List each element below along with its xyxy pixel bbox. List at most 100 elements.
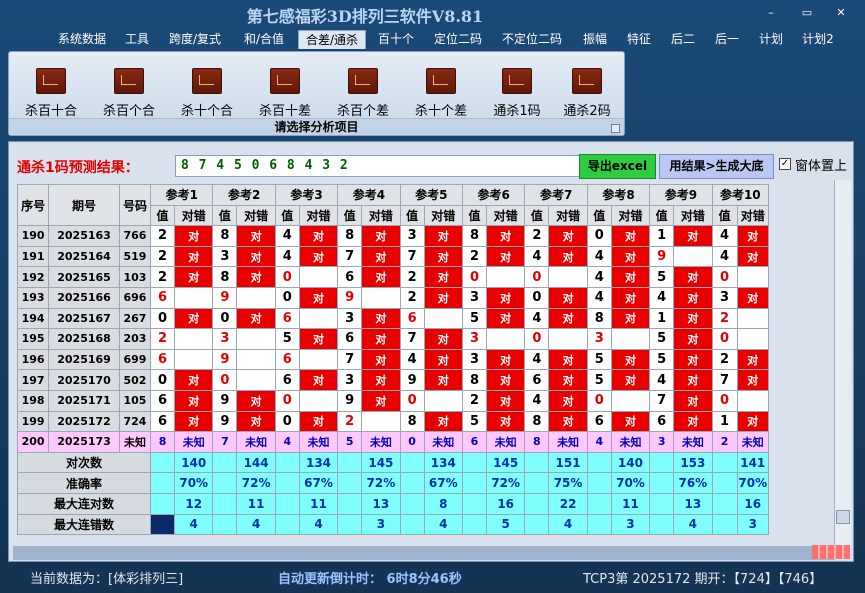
table-row[interactable]: 193 2025166 696 6 9 0 对 9 2 对 3 对 0 对 4 对 4 对 3 对: [16, 286, 770, 309]
ref-check: 对: [173, 389, 214, 412]
subheader-value: 值: [337, 204, 363, 227]
menu-system-data[interactable]: 系统数据: [50, 30, 114, 49]
ref-check: 对: [548, 348, 588, 371]
minimize-button[interactable]: –: [763, 6, 779, 19]
main-panel: 通杀1码预测结果： 8 7 4 5 0 6 8 4 3 2 导出excel 用结…: [8, 141, 854, 562]
menu-plan[interactable]: 计划: [752, 30, 790, 49]
ref-check: [361, 410, 401, 433]
prediction-table: 序号 期号 号码 参考1 参考2 参考3 参考4 参考5 参考6 参考7 参考8…: [16, 183, 770, 536]
app-title: 第七感福彩3D排列三软件V8.81: [246, 7, 484, 26]
menu-features[interactable]: 特征: [620, 30, 658, 49]
kill-bai-ge-he-button[interactable]: 杀百个合: [94, 68, 164, 119]
ref-check: 对: [610, 369, 651, 391]
row-issue: 2025173: [48, 431, 120, 453]
table-row[interactable]: 191 2025164 519 2 对 3 对 4 对 7 对 7 对 2 对 4 对 4 对 9 4 对: [16, 245, 770, 268]
ref-value: 7: [649, 389, 675, 412]
kill-one-code-button[interactable]: 通杀1码: [482, 68, 552, 119]
table-row[interactable]: 190 2025163 766 2 对 8 对 4 对 8 对 3 对 8 对 2 对 0 对 1 对 4 对: [16, 225, 770, 247]
topmost-checkbox[interactable]: ✓: [779, 158, 791, 170]
ref-value: 6: [150, 348, 175, 371]
table-row[interactable]: 192 2025165 103 2 对 8 对 0 6 对 2 对 0 0 4 对 5 对 0: [16, 266, 770, 288]
table-row[interactable]: 195 2025168 203 2 3 5 对 6 对 7 对 3 0 3 5 对 0: [16, 328, 770, 350]
kill-shi-ge-he-button[interactable]: 杀十个合: [172, 68, 242, 119]
ref-value: 2: [711, 348, 738, 371]
ref-value: 0: [399, 431, 425, 453]
ref-check: [548, 328, 588, 350]
stats-blank: [586, 451, 612, 474]
export-excel-button[interactable]: 导出excel: [579, 154, 656, 179]
table-row-pending[interactable]: 200 2025173 未知 8 未知 7 未知 4 未知 5 未知 0 未知 6 未知 8 未知 4 未知 3 未知 2…: [16, 431, 770, 453]
ref-value: 5: [274, 328, 300, 350]
vertical-scrollbar[interactable]: [834, 180, 851, 548]
ref-check: [173, 328, 214, 350]
table-row[interactable]: 196 2025169 699 6 9 6 7 对 4 对 3 对 4 对 5 对 5 对 2 对: [16, 348, 770, 371]
stats-value: 4: [173, 513, 214, 536]
ref-value: 2: [150, 245, 175, 268]
row-seq: 196: [16, 348, 50, 371]
row-issue: 2025170: [48, 369, 120, 391]
row-seq: 200: [16, 431, 50, 453]
ref-value: 8: [524, 410, 550, 433]
stats-blank: [150, 513, 175, 536]
table-row[interactable]: 198 2025171 105 6 对 9 对 0 9 对 0 2 对 4 对 0 7 对 0: [16, 389, 770, 412]
ref-value: 7: [399, 328, 425, 350]
ref-value: 7: [337, 348, 363, 371]
stats-blank: [524, 513, 550, 536]
ref-value: 4: [586, 431, 612, 453]
menu-span-compound[interactable]: 跨度/复式: [162, 30, 228, 49]
ref-value: 2: [462, 245, 487, 268]
scroll-thumb[interactable]: [836, 510, 850, 524]
stats-blank: [150, 492, 175, 515]
menu-combined-diff-kill[interactable]: 合差/通杀: [298, 30, 366, 49]
ref-check: 对: [361, 225, 401, 247]
ribbon-launcher-icon[interactable]: [611, 124, 620, 133]
ref-value: 5: [586, 369, 612, 391]
ref-value: 9: [212, 286, 238, 309]
ref-value: 0: [711, 328, 738, 350]
ref-check: 对: [673, 307, 713, 330]
menu-sum-value[interactable]: 和/合值: [236, 30, 292, 49]
menu-tools[interactable]: 工具: [118, 30, 156, 49]
kill-bai-shi-he-button[interactable]: 杀百十合: [16, 68, 86, 119]
stats-value: 16: [485, 492, 526, 515]
ref-check: 对: [173, 307, 214, 330]
kill-bai-shi-cha-button[interactable]: 杀百十差: [250, 68, 320, 119]
close-button[interactable]: ✕: [833, 6, 849, 19]
menu-plan-2[interactable]: 计划2: [796, 30, 840, 49]
menu-nonpositional-two[interactable]: 不定位二码: [496, 30, 568, 49]
ref-check: 对: [548, 389, 588, 412]
menu-last-two[interactable]: 后二: [664, 30, 702, 49]
menu-amplitude[interactable]: 振幅: [576, 30, 614, 49]
stats-value: 8: [423, 492, 464, 515]
generate-base-button[interactable]: 用结果>生成大底: [659, 154, 774, 179]
stats-value: 75%: [548, 472, 588, 494]
menu-last-one[interactable]: 后一: [708, 30, 746, 49]
stats-value: 151: [548, 451, 588, 474]
stats-value: 13: [361, 492, 401, 515]
row-issue: 2025163: [48, 225, 120, 247]
kill-bai-ge-cha-button[interactable]: 杀百个差: [328, 68, 398, 119]
ref-value: 5: [649, 328, 675, 350]
row-number: 699: [118, 348, 152, 371]
stats-value: 12: [173, 492, 214, 515]
table-row[interactable]: 197 2025170 502 0 对 0 6 对 3 对 9 对 8 对 6 对 5 对 4 对 7 对: [16, 369, 770, 391]
table-row[interactable]: 194 2025167 267 0 对 0 对 6 3 对 6 5 对 4 对 8 对 1 对 2: [16, 307, 770, 330]
kill-shi-ge-cha-button[interactable]: 杀十个差: [406, 68, 476, 119]
kill-two-code-button[interactable]: 通杀2码: [552, 68, 622, 119]
ref-check: 对: [361, 369, 401, 391]
stats-blank: [711, 513, 738, 536]
title-bar: 第七感福彩3D排列三软件V8.81 – ▭ ✕: [0, 0, 865, 28]
header-issue: 期号: [48, 183, 120, 227]
ref-value: 6: [399, 307, 425, 330]
table-row[interactable]: 199 2025172 724 6 对 9 对 0 对 2 8 对 5 对 8 对 6 对 6 对 1 对: [16, 410, 770, 433]
menu-hundreds-tens-units[interactable]: 百十个: [372, 30, 420, 49]
ref-check: 对: [673, 328, 713, 350]
stats-value: 5: [485, 513, 526, 536]
horizontal-scrollbar[interactable]: [13, 546, 835, 560]
menu-positional-two[interactable]: 定位二码: [428, 30, 488, 49]
app-window: 第七感福彩3D排列三软件V8.81 – ▭ ✕ 系统数据 工具 跨度/复式 和/…: [0, 0, 865, 593]
ref-check: [736, 389, 770, 412]
prediction-result-field[interactable]: 8 7 4 5 0 6 8 4 3 2: [175, 155, 583, 177]
chart-icon: [426, 68, 456, 94]
maximize-button[interactable]: ▭: [799, 6, 815, 19]
